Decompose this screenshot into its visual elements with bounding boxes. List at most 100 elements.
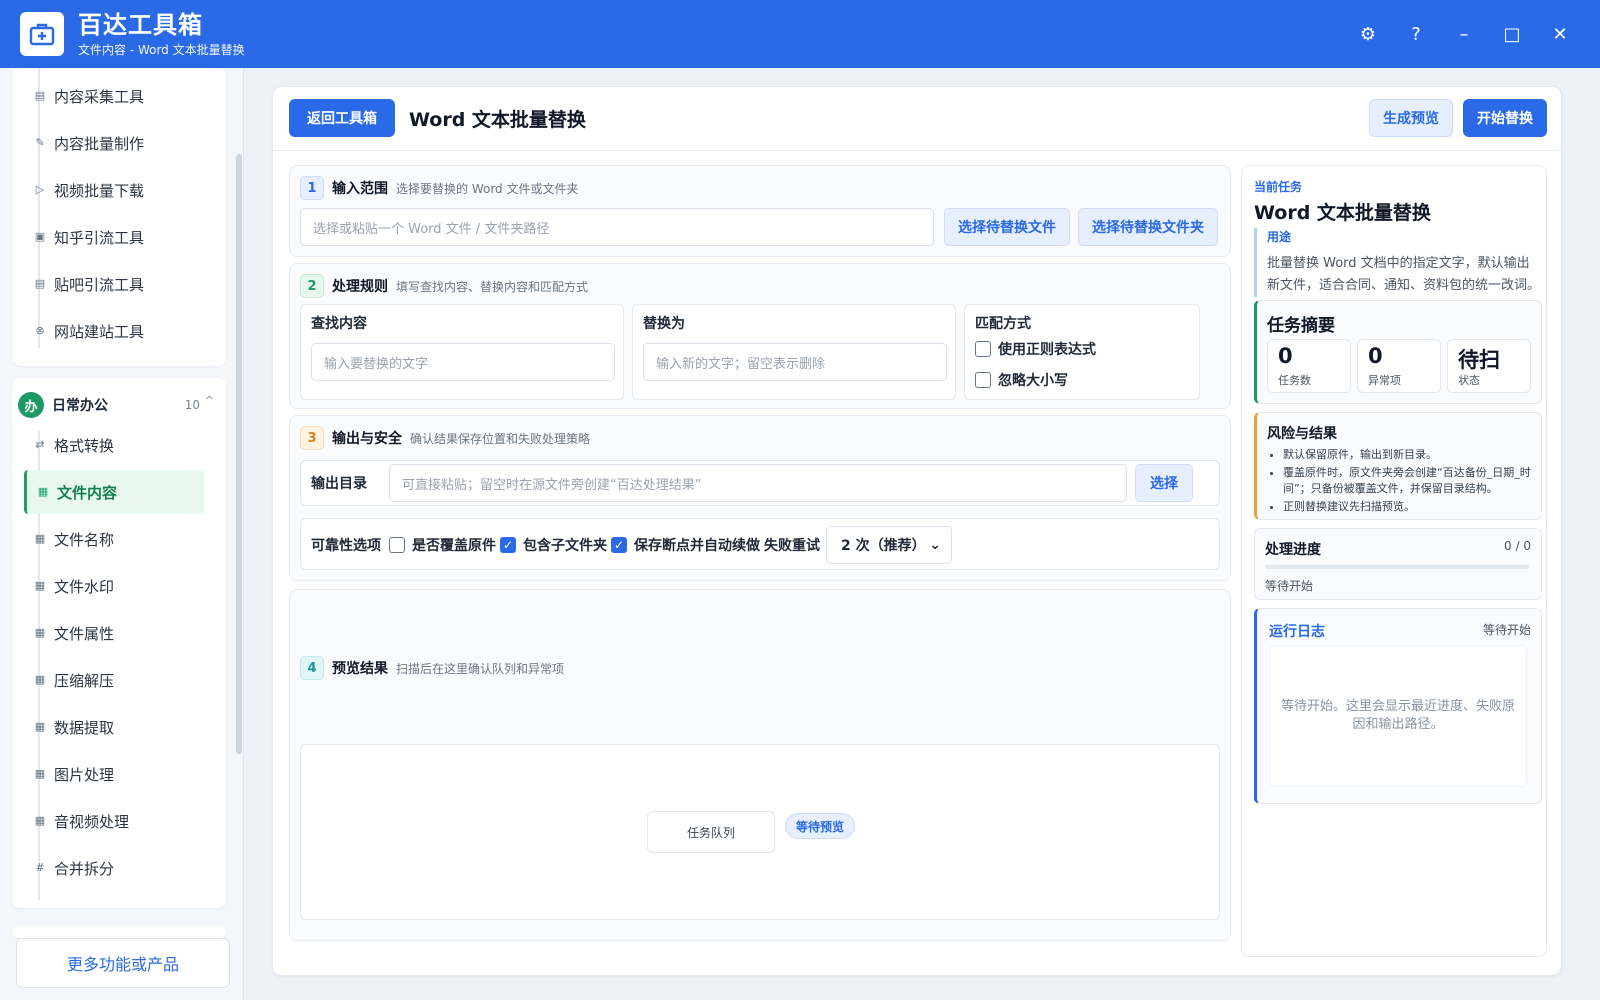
help-icon[interactable]: ? <box>1392 14 1440 54</box>
video-icon: ▷ <box>35 182 45 196</box>
overwrite-label: 是否覆盖原件 <box>412 538 496 554</box>
regex-checkbox[interactable] <box>975 341 991 357</box>
resume-checkbox[interactable]: ✓ <box>611 537 627 553</box>
section-input-range: 1 输入范围 选择要替换的 Word 文件或文件夹 选择或粘贴一个 Word 文… <box>289 165 1231 257</box>
path-input[interactable]: 选择或粘贴一个 Word 文件 / 文件夹路径 <box>300 208 934 246</box>
hash-icon: # <box>35 860 45 874</box>
sidebar-item-file-watermark[interactable]: ▦ 文件水印 <box>24 564 204 608</box>
section-title: 处理规则 <box>332 279 388 295</box>
run-log-card: 运行日志 等待开始 等待开始。这里会显示最近进度、失败原因和输出路径。 <box>1254 608 1542 804</box>
sidebar-item-av[interactable]: ▦ 音视频处理 <box>24 799 204 843</box>
summary-title: 任务摘要 <box>1267 316 1335 336</box>
overwrite-checkbox[interactable] <box>389 537 405 553</box>
main-panel: 返回工具箱 Word 文本批量替换 生成预览 开始替换 1 输入范围 选择要替换… <box>272 86 1562 976</box>
sidebar-item-format-convert[interactable]: ⇄ 格式转换 <box>24 423 204 467</box>
sidebar-item-data-extract[interactable]: ▦ 数据提取 <box>24 705 204 749</box>
risk-list: 默认保留原件，输出到新目录。 覆盖原件时，原文件夹旁会创建“百达备份_日期_时间… <box>1283 447 1539 517</box>
sidebar-item-file-attributes[interactable]: ▦ 文件属性 <box>24 611 204 655</box>
sidebar-item-merge-split[interactable]: # 合并拆分 <box>24 846 204 890</box>
page-title: Word 文本批量替换 <box>409 109 586 131</box>
maximize-icon[interactable]: □ <box>1488 14 1536 54</box>
section-desc: 填写查找内容、替换内容和匹配方式 <box>396 279 589 294</box>
stat-value: 待扫 <box>1458 348 1500 372</box>
section-output: 3 输出与安全 确认结果保存位置和失败处理策略 输出目录 可直接粘贴；留空时在源… <box>289 415 1231 581</box>
replace-input[interactable]: 输入新的文字；留空表示删除 <box>643 343 947 381</box>
stat-task-count: 0 任务数 <box>1267 339 1351 393</box>
sidebar-item-label: 文件属性 <box>54 624 115 643</box>
title-bar: 百达工具箱 文件内容 - Word 文本批量替换 ⚙ ? – □ ✕ <box>0 0 1600 68</box>
start-replace-button[interactable]: 开始替换 <box>1463 99 1547 137</box>
sidebar-item-tieba[interactable]: ▤ 贴吧引流工具 <box>24 262 204 306</box>
preview-queue-box: 任务队列 等待预览 <box>300 744 1220 920</box>
subfolder-checkbox[interactable]: ✓ <box>500 537 516 553</box>
chevron-up-icon[interactable]: ^ <box>205 394 214 407</box>
find-label: 查找内容 <box>311 316 367 332</box>
stat-label: 任务数 <box>1278 374 1311 387</box>
stat-value: 0 <box>1278 344 1293 368</box>
find-card: 查找内容 输入要替换的文字 <box>300 304 624 400</box>
sidebar-item-content-batch[interactable]: ✎ 内容批量制作 <box>24 121 204 165</box>
sidebar-item-label: 贴吧引流工具 <box>54 275 145 294</box>
sidebar-scrollbar[interactable] <box>236 154 242 754</box>
sidebar-item-video-download[interactable]: ▷ 视频批量下载 <box>24 168 204 212</box>
sidebar-item-zhihu[interactable]: ▣ 知乎引流工具 <box>24 215 204 259</box>
progress-card: 处理进度 0 / 0 等待开始 <box>1254 528 1542 600</box>
queue-status-badge: 等待预览 <box>785 813 855 839</box>
section-rules: 2 处理规则 填写查找内容、替换内容和匹配方式 查找内容 输入要替换的文字 替换… <box>289 263 1231 409</box>
grid-icon: ▦ <box>37 484 49 498</box>
stat-error-count: 0 异常项 <box>1357 339 1441 393</box>
sidebar-item-content-collect[interactable]: ▤ 内容采集工具 <box>24 74 204 118</box>
task-queue-label: 任务队列 <box>647 811 775 853</box>
tieba-icon: ▤ <box>34 276 46 290</box>
select-file-button[interactable]: 选择待替换文件 <box>944 208 1070 246</box>
back-button[interactable]: 返回工具箱 <box>289 99 395 137</box>
output-dir-input[interactable]: 可直接粘贴；留空时在源文件旁创建“百达处理结果” <box>389 464 1127 502</box>
settings-icon[interactable]: ⚙ <box>1344 14 1392 54</box>
ignore-case-option[interactable]: 忽略大小写 <box>975 370 1068 390</box>
section-desc: 选择要替换的 Word 文件或文件夹 <box>396 181 579 196</box>
minimize-icon[interactable]: – <box>1440 14 1488 54</box>
web-icon: ⊗ <box>35 323 45 337</box>
close-icon[interactable]: ✕ <box>1536 14 1584 54</box>
sidebar-item-label: 网站建站工具 <box>54 322 145 341</box>
select-folder-button[interactable]: 选择待替换文件夹 <box>1078 208 1218 246</box>
match-label: 匹配方式 <box>975 316 1031 332</box>
grid-icon: ▦ <box>34 813 46 827</box>
grid-icon: ▦ <box>34 672 46 686</box>
usage-label: 用途 <box>1267 230 1292 244</box>
sidebar-item-label: 文件名称 <box>54 530 115 549</box>
log-status: 等待开始 <box>1482 623 1531 637</box>
regex-option[interactable]: 使用正则表达式 <box>975 339 1096 359</box>
grid-icon: ▦ <box>34 578 46 592</box>
resume-label: 保存断点并自动续做 <box>634 538 760 554</box>
more-features-button[interactable]: 更多功能或产品 <box>16 938 230 988</box>
sidebar-item-image[interactable]: ▦ 图片处理 <box>24 752 204 796</box>
sidebar: ▤ 内容采集工具 ✎ 内容批量制作 ▷ 视频批量下载 ▣ 知乎引流工具 ▤ 贴吧… <box>0 68 244 1000</box>
reliability-row: 可靠性选项 是否覆盖原件 ✓ 包含子文件夹 ✓ 保存断点并自动续做 失败重试 2… <box>311 526 952 564</box>
progress-title: 处理进度 <box>1265 542 1321 558</box>
select-output-button[interactable]: 选择 <box>1135 464 1193 502</box>
ignore-case-label: 忽略大小写 <box>998 373 1068 389</box>
sidebar-item-label: 文件内容 <box>57 483 118 502</box>
sidebar-group-office[interactable]: 办 日常办公 10 ^ <box>18 390 218 420</box>
section-preview: 4 预览结果 扫描后在这里确认队列和异常项 任务队列 等待预览 <box>289 589 1231 941</box>
sidebar-item-label: 内容采集工具 <box>54 87 145 106</box>
retry-select[interactable]: 2 次（推荐） ⌄ <box>826 526 952 564</box>
reliability-card: 可靠性选项 是否覆盖原件 ✓ 包含子文件夹 ✓ 保存断点并自动续做 失败重试 2… <box>300 518 1220 570</box>
risk-title: 风险与结果 <box>1267 426 1337 442</box>
sidebar-item-website[interactable]: ⊗ 网站建站工具 <box>24 309 204 353</box>
section-title: 输出与安全 <box>332 431 402 447</box>
sidebar-item-file-name[interactable]: ▦ 文件名称 <box>24 517 204 561</box>
sidebar-item-compress[interactable]: ▦ 压缩解压 <box>24 658 204 702</box>
doc-icon: ▤ <box>34 88 46 102</box>
progress-count: 0 / 0 <box>1504 539 1531 553</box>
grid-icon: ▦ <box>34 625 46 639</box>
risk-card: 风险与结果 默认保留原件，输出到新目录。 覆盖原件时，原文件夹旁会创建“百达备份… <box>1254 412 1542 520</box>
ignore-case-checkbox[interactable] <box>975 372 991 388</box>
sidebar-item-file-content[interactable]: ▦ 文件内容 <box>24 470 204 514</box>
find-input[interactable]: 输入要替换的文字 <box>311 343 615 381</box>
zhihu-icon: ▣ <box>34 229 46 243</box>
sidebar-item-label: 内容批量制作 <box>54 134 145 153</box>
generate-preview-button[interactable]: 生成预览 <box>1369 99 1453 137</box>
retry-value: 2 次（推荐） <box>841 538 926 554</box>
